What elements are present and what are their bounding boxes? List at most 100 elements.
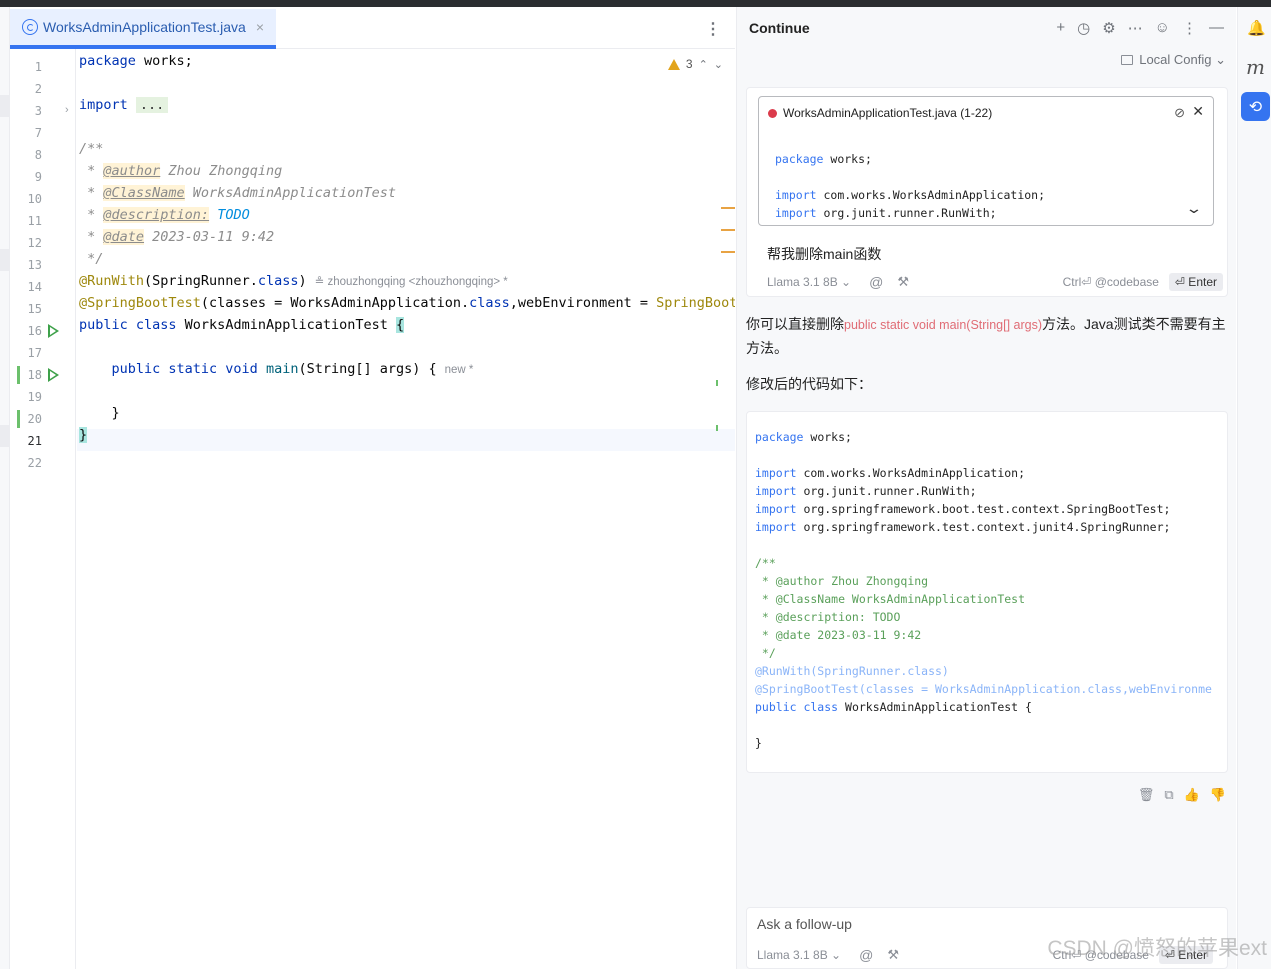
code-block-line: } xyxy=(755,736,762,750)
warnings-indicator[interactable]: 3 ⌃ ⌄ xyxy=(667,57,723,71)
chevron-down-icon[interactable]: ⌄ xyxy=(714,58,723,71)
line-number: 7 xyxy=(34,126,42,140)
code-line-14: @RunWith(SpringRunner.class) ≗ zhouzhongq… xyxy=(79,273,508,289)
line-number: 15 xyxy=(27,302,42,316)
fold-arrow-icon[interactable]: › xyxy=(65,104,69,116)
code-line-11: * @description: TODO xyxy=(79,207,250,223)
code-block-line: /** xyxy=(755,556,776,570)
more-icon[interactable]: ⋯ xyxy=(1128,19,1143,37)
code-editor: WorksAdminApplicationTest.java × ⋮ 1 2 3… xyxy=(0,7,735,969)
code-block-line: import org.junit.runner.RunWith; xyxy=(755,484,977,498)
close-tab-icon[interactable]: × xyxy=(256,19,264,35)
continue-panel: Continue + ◷ ⚙ ⋯ ☺ ⋮ — Local Config ⌄ Wo… xyxy=(736,7,1236,969)
user-message-text[interactable]: 帮我删除main函数 xyxy=(767,244,881,264)
at-mention-icon[interactable]: @ xyxy=(869,274,883,290)
tab-menu-icon[interactable]: ⋮ xyxy=(705,19,721,39)
feedback-icon[interactable]: ☺ xyxy=(1155,19,1170,37)
m-plugin-icon[interactable]: m xyxy=(1246,55,1265,79)
close-icon[interactable]: ✕ xyxy=(1192,103,1204,120)
change-stripe-marker[interactable] xyxy=(716,425,718,431)
code-block-line: * @author Zhou Zhongqing xyxy=(755,574,929,588)
tools-icon[interactable]: ⚒ xyxy=(897,274,909,290)
code-block-line: * @description: TODO xyxy=(755,610,901,624)
context-code-line: import com.works.WorksAdminApplication; xyxy=(775,188,1046,202)
minimize-icon[interactable]: — xyxy=(1209,19,1224,37)
new-inlay-hint[interactable]: new * xyxy=(445,364,474,376)
user-message-card: WorksAdminApplicationTest.java (1-22) ⊘ … xyxy=(746,87,1228,297)
line-number: 22 xyxy=(27,456,42,470)
monitor-icon xyxy=(1121,55,1134,65)
line-number: 3 xyxy=(34,104,42,118)
author-inlay-hint[interactable]: ≗ zhouzhongqing <zhouzhongqing> * xyxy=(315,276,508,288)
enter-button[interactable]: ⏎ Enter xyxy=(1168,273,1223,291)
file-tab-label: WorksAdminApplicationTest.java xyxy=(43,19,246,35)
line-number: 18 xyxy=(27,368,42,382)
config-selector[interactable]: Local Config ⌄ xyxy=(1121,52,1226,68)
copy-icon[interactable]: ⧉ xyxy=(1164,787,1173,803)
options-icon[interactable]: ⋮ xyxy=(1182,19,1197,37)
assistant-answer: 你可以直接删除public static void main(String[] … xyxy=(746,316,1226,356)
code-block-line: @RunWith(SpringRunner.class) xyxy=(755,664,949,678)
context-title: WorksAdminApplicationTest.java (1-22) xyxy=(783,106,993,120)
history-icon[interactable]: ◷ xyxy=(1077,19,1090,37)
hide-icon[interactable]: ⊘ xyxy=(1174,105,1185,121)
code-line-1: package works; xyxy=(79,53,193,69)
warning-stripe-marker[interactable] xyxy=(721,207,735,209)
message-actions: 🗑 ⧉ 👍 👎 xyxy=(1138,787,1226,803)
warning-stripe-marker[interactable] xyxy=(721,251,735,253)
model-selector[interactable]: Llama 3.1 8B ⌄ xyxy=(757,948,841,962)
warning-stripe-marker[interactable] xyxy=(721,229,735,231)
line-number: 17 xyxy=(27,346,42,360)
code-line-10: * @ClassName WorksAdminApplicationTest xyxy=(79,185,396,201)
file-tab[interactable]: WorksAdminApplicationTest.java × xyxy=(10,9,276,49)
code-line-21: } xyxy=(79,427,88,443)
code-line-8: /** xyxy=(79,141,104,157)
model-selector[interactable]: Llama 3.1 8B ⌄ xyxy=(767,275,851,289)
line-gutter: 1 2 3 › 7 8 9 10 11 12 13 14 15 16 17 18… xyxy=(10,49,76,969)
code-block-line: public class WorksAdminApplicationTest { xyxy=(755,700,1032,714)
run-class-icon[interactable] xyxy=(48,324,59,338)
panel-toolbar: + ◷ ⚙ ⋯ ☺ ⋮ — xyxy=(1056,19,1224,37)
code-block-line: import org.springframework.test.context.… xyxy=(755,520,1171,534)
code-block-line: import com.works.WorksAdminApplication; xyxy=(755,466,1026,480)
top-bar xyxy=(0,0,1271,7)
code-line-12: * @date 2023-03-11 9:42 xyxy=(79,229,275,245)
code-line-16: public class WorksAdminApplicationTest { xyxy=(79,317,405,333)
change-stripe-marker[interactable] xyxy=(716,380,718,386)
delete-icon[interactable]: 🗑 xyxy=(1138,787,1155,803)
run-method-icon[interactable] xyxy=(48,368,59,382)
continue-plugin-icon[interactable]: ⟲ xyxy=(1241,92,1270,121)
answer-code-block[interactable]: package works; import com.works.WorksAdm… xyxy=(746,411,1228,773)
java-class-icon xyxy=(22,19,38,35)
line-number: 19 xyxy=(27,390,42,404)
expand-chevron-icon[interactable]: ⌄ xyxy=(1185,200,1203,217)
at-mention-icon[interactable]: @ xyxy=(859,947,873,963)
codebase-shortcut[interactable]: Ctrl⏎ @codebase xyxy=(1063,275,1159,289)
followup-input[interactable] xyxy=(757,916,1197,932)
right-tool-strip: 🔔 m ⟲ xyxy=(1237,7,1271,969)
thumbs-down-icon[interactable]: 👎 xyxy=(1210,787,1226,803)
notifications-bell-icon[interactable]: 🔔 xyxy=(1247,19,1266,37)
code-line-13: */ xyxy=(79,251,104,267)
config-label: Local Config ⌄ xyxy=(1139,52,1226,67)
thumbs-up-icon[interactable]: 👍 xyxy=(1184,787,1200,803)
watermark: CSDN @愤怒的苹果ext xyxy=(1047,937,1267,960)
context-code-line: import org.junit.runner.RunWith; xyxy=(775,206,997,220)
line-number: 16 xyxy=(27,324,42,338)
tools-icon[interactable]: ⚒ xyxy=(887,947,899,963)
code-block-line: * @ClassName WorksAdminApplicationTest xyxy=(755,592,1026,606)
folded-imports[interactable]: ... xyxy=(135,97,169,113)
assistant-answer-line: 修改后的代码如下： xyxy=(746,376,872,392)
new-session-icon[interactable]: + xyxy=(1056,19,1065,37)
context-code-line: package works; xyxy=(775,152,872,166)
strip-highlight xyxy=(0,249,10,271)
code-block-line: * @date 2023-03-11 9:42 xyxy=(755,628,922,642)
vcs-change-marker xyxy=(17,366,20,384)
code-block-line: import org.springframework.boot.test.con… xyxy=(755,502,1171,516)
code-block-line: package works; xyxy=(755,430,852,444)
panel-title: Continue xyxy=(749,20,810,36)
settings-icon[interactable]: ⚙ xyxy=(1102,19,1115,37)
chevron-up-icon[interactable]: ⌃ xyxy=(699,58,708,71)
line-number-current: 21 xyxy=(27,434,42,448)
code-area[interactable]: package works; import ... /** * @author … xyxy=(77,49,735,969)
